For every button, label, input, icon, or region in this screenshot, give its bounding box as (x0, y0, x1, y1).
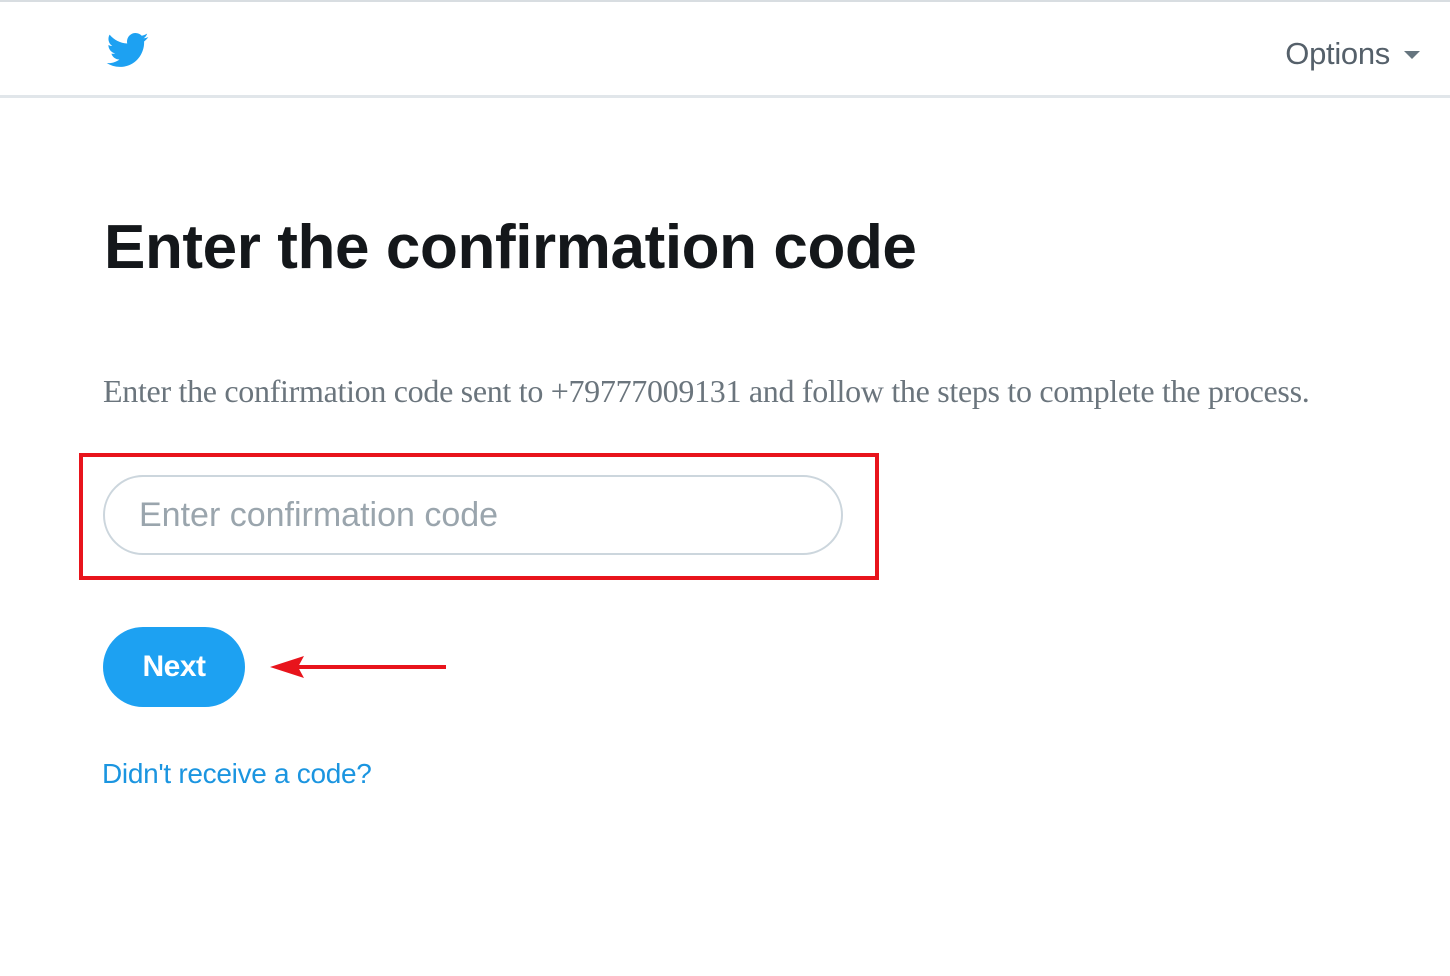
left-arrow-icon (270, 656, 446, 678)
top-bar: Options (0, 0, 1450, 98)
confirmation-code-input[interactable] (103, 475, 843, 555)
page-title: Enter the confirmation code (104, 213, 917, 282)
page: Options Enter the confirmation code Ente… (0, 0, 1450, 976)
options-label: Options (1285, 36, 1390, 71)
resend-code-link[interactable]: Didn't receive a code? (102, 758, 372, 790)
instructions-text: Enter the confirmation code sent to +797… (103, 373, 1310, 409)
caret-down-icon (1404, 51, 1420, 59)
options-menu[interactable]: Options (1285, 36, 1420, 72)
twitter-bird-icon[interactable] (102, 28, 152, 72)
next-button[interactable]: Next (103, 627, 245, 707)
